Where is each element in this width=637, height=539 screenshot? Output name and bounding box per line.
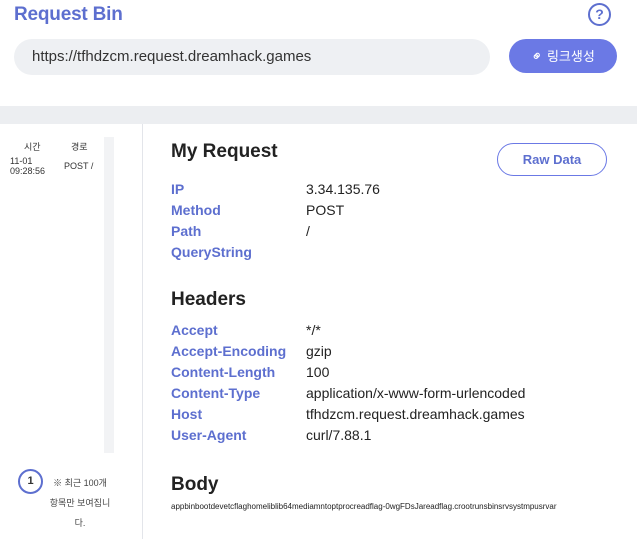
- page-number-button[interactable]: 1: [18, 469, 43, 494]
- app-title: Request Bin: [14, 4, 123, 25]
- header-value: gzip: [306, 342, 332, 359]
- time-column-header: 시간: [24, 142, 41, 152]
- request-time: 11-01 09:28:56: [10, 156, 46, 176]
- header-row-user-agent: User-Agent curl/7.88.1: [171, 424, 611, 445]
- header-value: 100: [306, 363, 330, 380]
- header-key: Content-Length: [171, 363, 276, 380]
- header-value: curl/7.88.1: [306, 426, 372, 443]
- field-row-querystring: QueryString: [171, 241, 611, 262]
- field-key: IP: [171, 180, 185, 197]
- top-bar: Request Bin ? https://tfhdzcm.request.dr…: [0, 0, 637, 106]
- raw-data-button[interactable]: Raw Data: [497, 143, 607, 176]
- help-icon[interactable]: ?: [588, 3, 611, 26]
- field-row-path: Path /: [171, 220, 611, 241]
- body-content: appbinbootdevetcflaghomeliblib64mediamnt…: [171, 502, 557, 511]
- field-key: QueryString: [171, 243, 252, 260]
- header-key: Accept: [171, 321, 218, 338]
- my-request-heading: My Request: [171, 141, 278, 162]
- header-fields: Accept */* Accept-Encoding gzip Content-Le…: [171, 319, 611, 445]
- field-value: 3.34.135.76: [306, 180, 380, 197]
- body-heading: Body: [171, 474, 219, 495]
- request-fields: IP 3.34.135.76 Method POST Path / QueryStri…: [171, 178, 611, 262]
- header-value: */*: [306, 321, 321, 338]
- generate-link-button[interactable]: ⚭링크생성: [509, 39, 617, 73]
- sidebar-scrollbar[interactable]: [104, 137, 114, 453]
- list-limit-note: ※ 최근 100개 항목만 보여집니다.: [49, 478, 111, 528]
- route-column-header: 경로: [71, 142, 88, 152]
- header-key: Host: [171, 405, 203, 422]
- field-key: Method: [171, 201, 221, 218]
- field-key: Path: [171, 222, 202, 239]
- field-row-ip: IP 3.34.135.76: [171, 178, 611, 199]
- headers-heading: Headers: [171, 289, 246, 310]
- request-route: POST /: [64, 161, 94, 171]
- request-list-item[interactable]: 11-01 09:28:56 POST /: [10, 156, 103, 176]
- generate-link-label: 링크생성: [546, 49, 595, 64]
- header-value: tfhdzcm.request.dreamhack.games: [306, 405, 525, 422]
- header-key: Accept-Encoding: [171, 342, 287, 359]
- header-row-content-length: Content-Length 100: [171, 361, 611, 382]
- field-row-method: Method POST: [171, 199, 611, 220]
- request-list: 11-01 09:28:56 POST /: [10, 156, 103, 176]
- header-row-content-type: Content-Type application/x-www-form-urlen…: [171, 382, 611, 403]
- header-row-accept-encoding: Accept-Encoding gzip: [171, 340, 611, 361]
- header-row-host: Host tfhdzcm.request.dreamhack.games: [171, 403, 611, 424]
- header-key: Content-Type: [171, 384, 261, 401]
- section-divider: [0, 106, 637, 124]
- header-row-accept: Accept */*: [171, 319, 611, 340]
- bin-url-field[interactable]: https://tfhdzcm.request.dreamhack.games: [14, 39, 490, 75]
- header-key: User-Agent: [171, 426, 247, 443]
- header-value: application/x-www-form-urlencoded: [306, 384, 526, 401]
- field-value: POST: [306, 201, 345, 218]
- field-value: /: [306, 222, 310, 239]
